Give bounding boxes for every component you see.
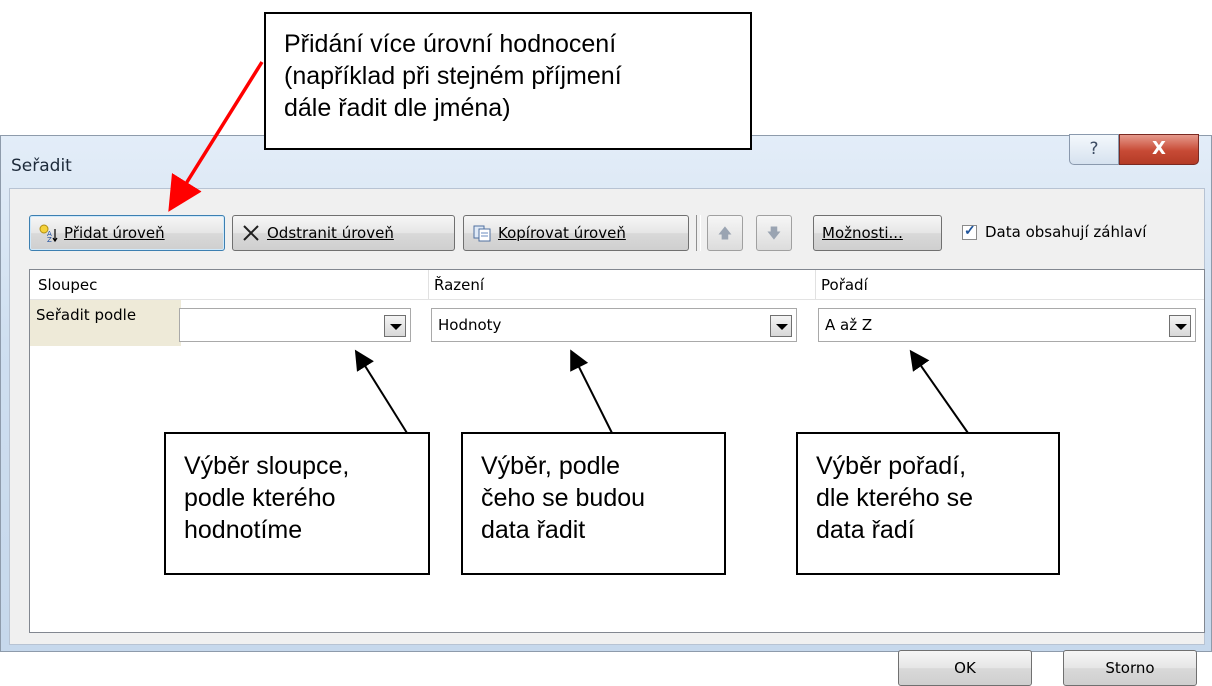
red-arrow bbox=[168, 61, 264, 212]
black-arrow-order bbox=[909, 349, 969, 434]
callout-add-level: Přidání více úrovní hodnocení (například… bbox=[264, 12, 752, 150]
callout-line: Výběr pořadí, bbox=[816, 452, 967, 480]
cancel-button[interactable]: Storno bbox=[1063, 650, 1197, 686]
callout-line: data řadit bbox=[481, 516, 586, 544]
callout-line: data řadí bbox=[816, 516, 915, 544]
callout-column: Výběr sloupce, podle kterého hodnotíme bbox=[164, 432, 430, 575]
black-arrow-sort-on bbox=[570, 349, 613, 434]
callout-line: Přidání více úrovní hodnocení bbox=[284, 30, 617, 58]
ok-button[interactable]: OK bbox=[898, 650, 1032, 686]
black-arrow-column bbox=[354, 349, 408, 434]
callout-line: Výběr sloupce, bbox=[184, 452, 350, 480]
callout-order: Výběr pořadí, dle kterého se data řadí bbox=[796, 432, 1060, 575]
callout-line: čeho se budou bbox=[481, 484, 646, 512]
callout-line: (například při stejném příjmení bbox=[284, 62, 622, 90]
callout-line: hodnotíme bbox=[184, 516, 303, 544]
callout-line: dle kterého se bbox=[816, 484, 974, 512]
callout-line: dále řadit dle jména) bbox=[284, 94, 511, 122]
callout-line: Výběr, podle bbox=[481, 452, 620, 480]
callout-line: podle kterého bbox=[184, 484, 336, 512]
callout-sort-on: Výběr, podle čeho se budou data řadit bbox=[461, 432, 726, 575]
